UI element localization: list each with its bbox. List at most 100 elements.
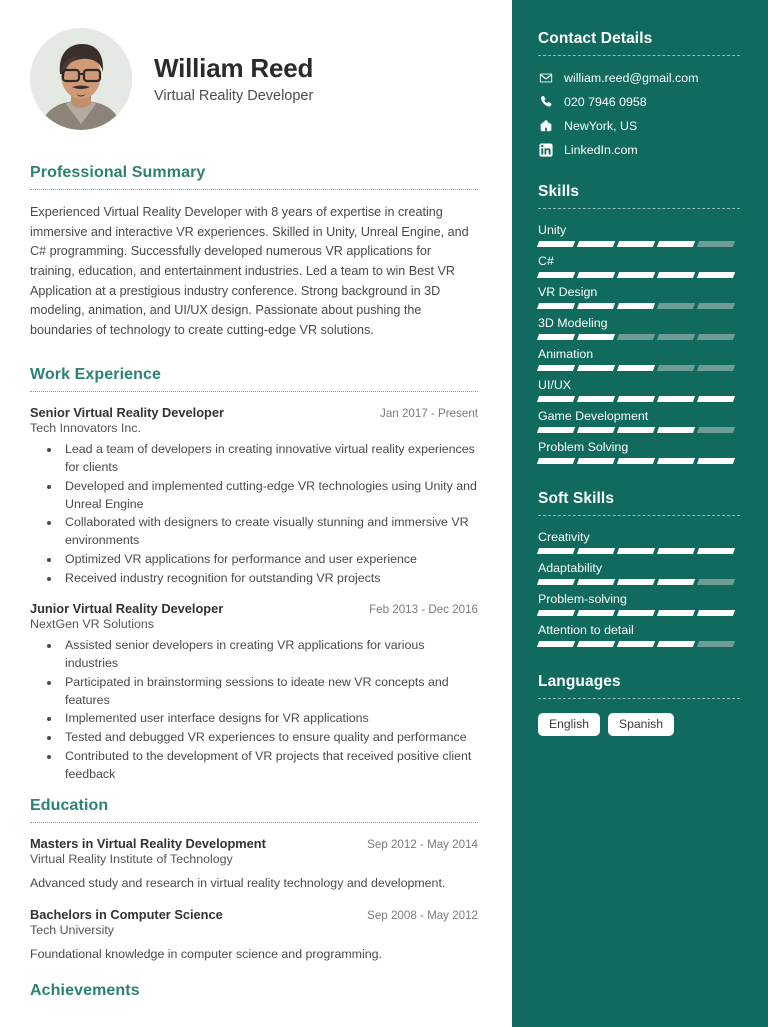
skill-bar-segment: [656, 303, 696, 309]
experience-entry: Senior Virtual Reality Developer Jan 2017…: [30, 405, 478, 587]
skill-bar-segment: [576, 365, 616, 371]
skill-bar-segment: [616, 610, 656, 616]
skill-bar-segment: [616, 427, 656, 433]
skill-bar-segment: [696, 272, 736, 278]
resume-main-column: William Reed Virtual Reality Developer P…: [0, 0, 512, 1027]
entry-header: Junior Virtual Reality Developer Feb 2013…: [30, 601, 478, 616]
section-heading: Achievements: [30, 982, 140, 1000]
list-item: Developed and implemented cutting-edge V…: [61, 478, 478, 513]
skill-rating-bars: [536, 610, 740, 616]
home-icon: [538, 118, 553, 133]
skill-bar-segment: [696, 579, 736, 585]
education-date-range: Sep 2012 - May 2014: [367, 838, 478, 852]
skill-bar-segment: [616, 303, 656, 309]
skill-label: Problem-solving: [538, 592, 627, 606]
list-item: Collaborated with designers to create vi…: [61, 514, 478, 549]
skill-bar-segment: [656, 272, 696, 278]
language-pill[interactable]: English: [538, 713, 600, 737]
job-date-range: Jan 2017 - Present: [380, 407, 478, 421]
skill-bar-segment: [616, 579, 656, 585]
contact-row[interactable]: NewYork, US: [538, 118, 740, 133]
skill-bar-segment: [576, 548, 616, 554]
skill-rating-bars: [536, 579, 740, 585]
avatar: [30, 28, 132, 130]
section-divider: [30, 391, 478, 393]
sidebar-heading-skills: Skills: [538, 183, 580, 200]
education-description: Foundational knowledge in computer scien…: [30, 947, 382, 962]
school-name: Virtual Reality Institute of Technology: [30, 852, 233, 867]
entry-header: Senior Virtual Reality Developer Jan 2017…: [30, 405, 478, 420]
resume-sidebar: Contact Details william.reed@gmail.com 02…: [512, 0, 768, 1027]
job-date-range: Feb 2013 - Dec 2016: [369, 603, 478, 617]
contact-row[interactable]: william.reed@gmail.com: [538, 70, 740, 85]
skill-bar-segment: [536, 579, 576, 585]
skill-bar-segment: [536, 241, 576, 247]
skill-bar-segment: [536, 458, 576, 464]
responsibility-list: Assisted senior developers in creating V…: [30, 637, 478, 783]
list-item: Tested and debugged VR experiences to en…: [61, 729, 478, 747]
resume-page: William Reed Virtual Reality Developer P…: [0, 0, 768, 1027]
skill-bar-segment: [616, 396, 656, 402]
contact-row[interactable]: LinkedIn.com: [538, 142, 740, 157]
resume-header: William Reed Virtual Reality Developer: [30, 28, 478, 130]
skill-bar-segment: [656, 458, 696, 464]
skill-bar-segment: [616, 458, 656, 464]
skill-bar-segment: [656, 427, 696, 433]
skill-bar-segment: [656, 548, 696, 554]
soft-skills-list: Creativity Adaptability Problem-solving Att…: [536, 530, 740, 647]
skill-item: Game Development: [536, 409, 740, 433]
skill-bar-segment: [656, 365, 696, 371]
contact-text: william.reed@gmail.com: [564, 70, 699, 85]
skill-bar-segment: [656, 641, 696, 647]
skill-bar-segment: [576, 641, 616, 647]
skill-rating-bars: [536, 241, 740, 247]
entry-header: Bachelors in Computer Science Sep 2008 - …: [30, 907, 478, 922]
sidebar-divider: [538, 208, 740, 209]
soft-skill-item: Problem-solving: [536, 592, 740, 616]
sidebar-divider: [538, 698, 740, 699]
job-title: Senior Virtual Reality Developer: [30, 405, 224, 421]
skill-bar-segment: [536, 334, 576, 340]
sidebar-soft-skills-block: Soft Skills Creativity Adaptability Proble…: [536, 490, 740, 647]
experience-entry: Junior Virtual Reality Developer Feb 2013…: [30, 601, 478, 783]
skill-bar-segment: [536, 427, 576, 433]
skill-item: C#: [536, 254, 740, 278]
contact-text: 020 7946 0958: [564, 94, 647, 109]
skill-label: Animation: [538, 347, 594, 361]
skill-bar-segment: [576, 272, 616, 278]
skill-bar-segment: [656, 241, 696, 247]
degree-title: Masters in Virtual Reality Development: [30, 836, 266, 852]
skill-item: UI/UX: [536, 378, 740, 402]
skill-rating-bars: [536, 548, 740, 554]
education-entry: Bachelors in Computer Science Sep 2008 - …: [30, 907, 478, 964]
page-title: William Reed: [154, 52, 314, 83]
skill-item: Problem Solving: [536, 440, 740, 464]
skills-list: Unity C# VR Design 3D Modeling Animation UI/U…: [536, 223, 740, 464]
skill-bar-segment: [536, 396, 576, 402]
skill-bar-segment: [696, 548, 736, 554]
language-pill[interactable]: Spanish: [607, 713, 675, 737]
skill-bar-segment: [696, 241, 736, 247]
list-item: Optimized VR applications for performanc…: [61, 551, 478, 569]
list-item: Participated in brainstorming sessions t…: [61, 674, 478, 709]
skill-label: UI/UX: [538, 378, 572, 392]
summary-text: Experienced Virtual Reality Developer wi…: [30, 205, 469, 337]
skill-bar-segment: [696, 458, 736, 464]
sidebar-languages-block: Languages English Spanish: [538, 673, 740, 737]
envelope-icon: [538, 70, 553, 85]
section-heading: Work Experience: [30, 366, 162, 384]
section-achievements: Achievements: [30, 982, 478, 1000]
skill-bar-segment: [696, 303, 736, 309]
skill-bar-segment: [696, 427, 736, 433]
skill-bar-segment: [696, 641, 736, 647]
section-heading: Professional Summary: [30, 164, 206, 181]
contact-row[interactable]: 020 7946 0958: [538, 94, 740, 109]
responsibility-list: Lead a team of developers in creating in…: [30, 441, 478, 587]
skill-rating-bars: [536, 365, 740, 371]
soft-skill-item: Attention to detail: [536, 623, 740, 647]
skill-bar-segment: [696, 396, 736, 402]
skill-label: 3D Modeling: [538, 316, 608, 330]
skill-bar-segment: [576, 241, 616, 247]
skill-bar-segment: [576, 579, 616, 585]
skill-label: Adaptability: [538, 561, 603, 575]
